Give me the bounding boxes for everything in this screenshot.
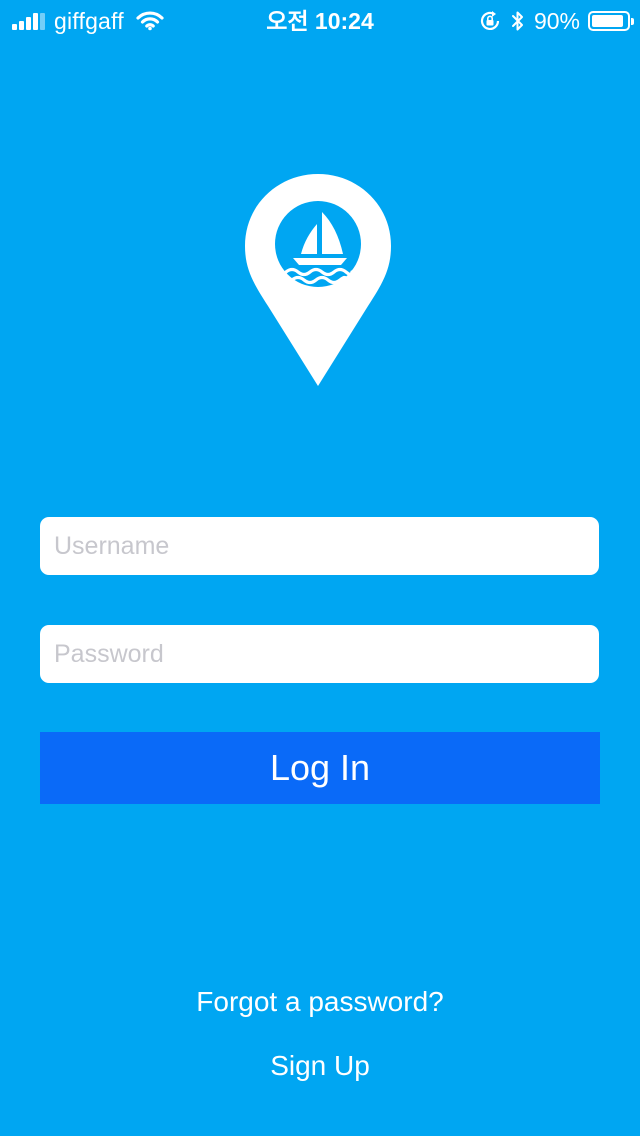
forgot-password-link[interactable]: Forgot a password? [0, 986, 640, 1018]
battery-percent: 90% [533, 7, 580, 34]
sign-up-link[interactable]: Sign Up [0, 1050, 640, 1082]
login-button[interactable]: Log In [40, 732, 600, 804]
status-right: 90% [470, 6, 634, 36]
battery-icon [588, 11, 634, 31]
password-field[interactable] [40, 625, 599, 683]
status-bar: giffgaff 오전 10:24 90% [0, 0, 640, 40]
bluetooth-icon [511, 11, 523, 31]
username-field[interactable] [40, 517, 599, 575]
password-input[interactable] [40, 625, 599, 683]
username-input[interactable] [40, 517, 599, 575]
battery-tip [631, 18, 634, 25]
map-pin-sailboat-icon [245, 174, 391, 386]
rotation-lock-icon [480, 11, 500, 30]
battery-fill [592, 15, 623, 27]
